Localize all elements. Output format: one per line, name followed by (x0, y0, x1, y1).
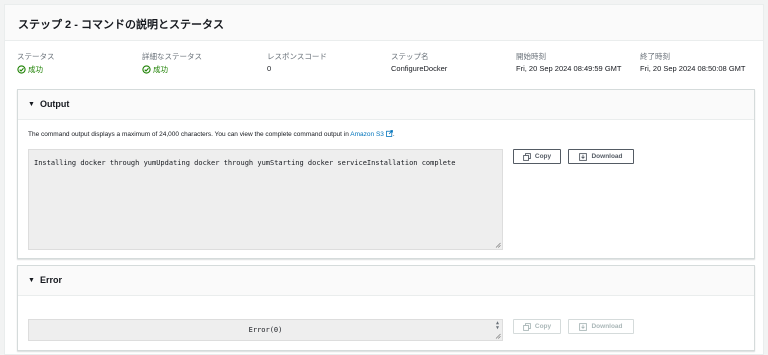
stat-label: ステップ名 (391, 52, 429, 61)
copy-label: Copy (534, 323, 552, 330)
stat-value: 成功 (17, 64, 55, 75)
caret-down-icon: ▼ (28, 100, 35, 108)
error-panel: ▼ Error Error(0) ▲ ▼ Copy Download (17, 265, 755, 351)
stat-value: Fri, 20 Sep 2024 08:50:08 GMT (640, 64, 746, 73)
notice-end: . (392, 131, 395, 138)
stat-value: ConfigureDocker (391, 64, 448, 73)
resize-grip-icon[interactable] (495, 242, 501, 248)
stat-label: レスポンスコード (267, 52, 327, 61)
error-panel-header[interactable]: ▼ Error (18, 266, 754, 296)
step-stats: ステータス 成功 詳細なステータス 成功 レスポンスコード 0 ステップ名 Co… (5, 41, 763, 87)
output-textarea[interactable]: Installing docker through yumUpdating do… (28, 149, 503, 250)
page-title: ステップ 2 - コマンドの説明とステータス (18, 19, 224, 31)
copy-label: Copy (534, 153, 552, 160)
resize-grip-icon[interactable] (495, 333, 501, 339)
error-content: Error(0) (248, 326, 283, 334)
external-link-icon[interactable] (386, 130, 393, 137)
stat-start-time: 開始時刻 Fri, 20 Sep 2024 08:49:59 GMT (516, 51, 621, 73)
output-panel: ▼ Output The command output displays a m… (17, 89, 755, 259)
download-label: Download (591, 153, 623, 160)
output-copy-button[interactable]: Copy (513, 149, 561, 164)
stat-detailed-status: 詳細なステータス 成功 (142, 51, 202, 75)
stat-label: 開始時刻 (516, 52, 546, 61)
stat-value: Fri, 20 Sep 2024 08:49:59 GMT (516, 64, 622, 73)
stat-value: 成功 (142, 64, 202, 75)
spinner-arrows-icon[interactable]: ▲ ▼ (496, 321, 499, 331)
copy-icon (523, 322, 531, 331)
notice-text: The command output displays a maximum of… (28, 131, 351, 138)
output-panel-toggle[interactable]: ▼ Output (28, 99, 69, 109)
caret-down-icon: ▼ (28, 276, 35, 284)
stat-label: ステータス (17, 52, 55, 61)
stat-response-code: レスポンスコード 0 (267, 51, 327, 73)
stat-end-time: 終了時刻 Fri, 20 Sep 2024 08:50:08 GMT (640, 51, 745, 73)
output-panel-header[interactable]: ▼ Output (18, 90, 754, 120)
download-icon (579, 322, 588, 331)
error-download-button[interactable]: Download (568, 319, 634, 334)
download-label: Download (591, 323, 623, 330)
output-content: Installing docker through yumUpdating do… (34, 159, 456, 167)
output-notice: The command output displays a maximum of… (28, 130, 395, 138)
stat-label: 終了時刻 (640, 52, 670, 61)
stat-value-text: 成功 (153, 65, 168, 74)
error-copy-button[interactable]: Copy (513, 319, 561, 334)
error-textarea[interactable]: Error(0) ▲ ▼ (28, 319, 503, 341)
error-panel-toggle[interactable]: ▼ Error (28, 275, 62, 285)
step-details-container: ステップ 2 - コマンドの説明とステータス ステータス 成功 詳細なステータス… (4, 4, 764, 355)
output-download-button[interactable]: Download (568, 149, 634, 164)
check-circle-icon (17, 65, 26, 74)
stat-value: 0 (267, 64, 272, 73)
stat-step-name: ステップ名 ConfigureDocker (391, 51, 447, 73)
check-circle-icon (142, 65, 151, 74)
stat-label: 詳細なステータス (142, 52, 202, 61)
stat-value-text: 成功 (28, 65, 43, 74)
stat-status: ステータス 成功 (17, 51, 55, 75)
error-title: Error (39, 275, 62, 285)
copy-icon (523, 152, 531, 161)
s3-link[interactable]: Amazon S3 (350, 131, 384, 138)
output-title: Output (39, 99, 70, 109)
download-icon (579, 152, 588, 161)
step-header: ステップ 2 - コマンドの説明とステータス (5, 5, 763, 41)
